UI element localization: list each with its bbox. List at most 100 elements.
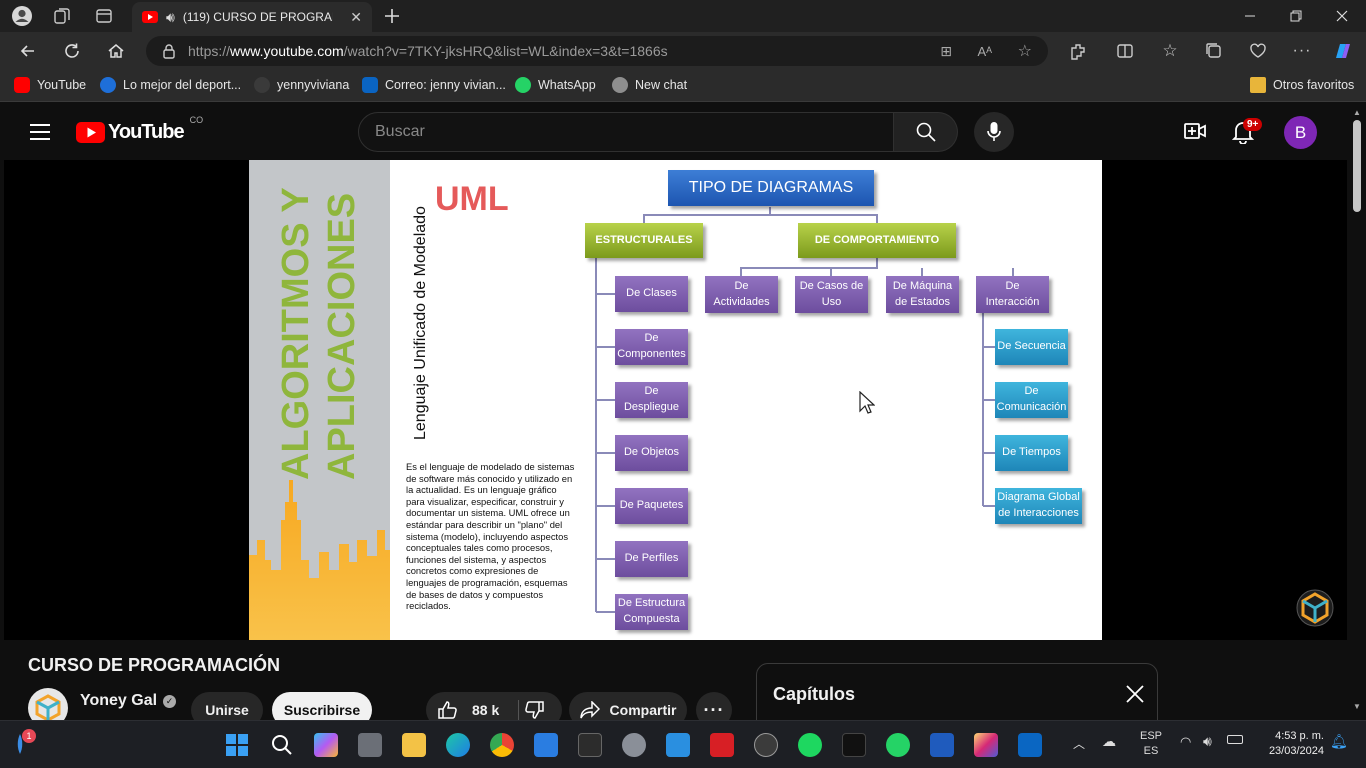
page-scrollbar[interactable]: ▲ ▼ [1348, 104, 1366, 716]
microphone-icon [987, 122, 1001, 141]
channel-watermark-icon[interactable] [1296, 589, 1334, 627]
close-tab-icon[interactable]: ✕ [350, 9, 362, 26]
url-host: www.youtube.com [230, 43, 344, 59]
channel-name: Yoney Gal [80, 692, 158, 709]
acrobat-icon[interactable] [710, 733, 734, 757]
mouse-cursor-icon [859, 391, 875, 414]
close-window-icon[interactable] [1330, 4, 1354, 28]
browser-tab-active[interactable]: 🔊︎ (119) CURSO DE PROGRAMA ✕ [132, 2, 372, 32]
battery-icon[interactable] [1227, 735, 1243, 744]
settings-icon[interactable] [622, 733, 646, 757]
like-count: 88 k [472, 702, 500, 718]
collections-icon[interactable] [1202, 39, 1226, 63]
search-input[interactable]: Buscar [358, 112, 894, 152]
obs-icon[interactable] [754, 733, 778, 757]
scroll-up-icon[interactable]: ▲ [1353, 108, 1361, 117]
volume-icon[interactable]: 🔊︎ [1203, 733, 1212, 750]
file-explorer-icon[interactable] [402, 733, 426, 757]
restore-icon[interactable] [1284, 4, 1308, 28]
video-title: CURSO DE PROGRAMACIÓN [28, 655, 281, 675]
youtube-favicon-icon [142, 11, 158, 23]
close-icon[interactable] [1126, 685, 1144, 703]
notification-badge: 9+ [1243, 118, 1263, 131]
instagram-icon[interactable] [974, 733, 998, 757]
verified-icon: ✓ [163, 694, 177, 708]
start-icon[interactable] [225, 733, 249, 757]
category-behavioral: DE COMPORTAMIENTO [798, 223, 956, 258]
linkedin-icon[interactable] [1018, 733, 1042, 757]
other-favorites[interactable]: Otros favoritos [1250, 77, 1354, 93]
split-screen-icon[interactable] [1113, 39, 1137, 63]
scroll-down-icon[interactable]: ▼ [1353, 702, 1361, 711]
diagram-root: TIPO DE DIAGRAMAS [668, 170, 874, 206]
favorite-chatgpt[interactable]: New chat [612, 77, 687, 93]
word-icon[interactable] [930, 733, 954, 757]
more-options-icon[interactable]: ··· [1290, 39, 1314, 63]
url-field[interactable]: https://www.youtube.com/watch?v=7TKY-jks… [146, 36, 1048, 66]
browser-essentials-icon[interactable] [1246, 39, 1270, 63]
youtube-logo[interactable]: YouTube CO [76, 115, 203, 144]
home-icon[interactable] [104, 39, 128, 63]
behavioral-item: De Actividades [705, 276, 778, 313]
minimize-icon[interactable] [1238, 4, 1262, 28]
tiktok-icon[interactable] [842, 733, 866, 757]
widgets-badge: 1 [22, 729, 36, 743]
structural-item: De Perfiles [615, 541, 688, 577]
url-path: /watch?v=7TKY-jksHRQ&list=WL&index=3&t=1… [343, 43, 668, 59]
spotify-icon[interactable] [798, 733, 822, 757]
profile-icon[interactable] [10, 4, 34, 28]
scrollbar-thumb[interactable] [1353, 120, 1361, 212]
back-icon[interactable] [16, 39, 40, 63]
search-button[interactable] [894, 112, 958, 152]
search-icon[interactable] [270, 733, 294, 757]
favorite-star-icon[interactable]: ☆ [1018, 41, 1032, 61]
show-hidden-icons-icon[interactable]: ︿ [1073, 735, 1085, 752]
avatar[interactable]: B [1284, 116, 1317, 149]
behavioral-item: De Máquina de Estados [886, 276, 959, 313]
favorite-sports[interactable]: Lo mejor del deport... [100, 77, 241, 93]
structural-item: De Componentes [615, 329, 688, 365]
menu-icon[interactable] [30, 124, 50, 140]
edge-icon[interactable] [446, 733, 470, 757]
app-available-icon[interactable]: ⊞ [940, 43, 952, 60]
microsoft-store-icon[interactable] [534, 733, 558, 757]
chrome-icon[interactable] [490, 733, 514, 757]
favorite-outlook[interactable]: Correo: jenny vivian... [362, 77, 506, 93]
copilot-app-icon[interactable] [314, 733, 338, 757]
refresh-icon[interactable] [60, 39, 84, 63]
structural-item: De Clases [615, 276, 688, 312]
voice-search-button[interactable] [974, 112, 1014, 152]
audio-playing-icon[interactable]: 🔊︎ [166, 9, 175, 26]
vscode-icon[interactable] [666, 733, 690, 757]
tab-actions-icon[interactable] [92, 4, 116, 28]
create-video-icon[interactable] [1184, 122, 1206, 140]
whatsapp-icon[interactable] [886, 733, 910, 757]
chatgpt-icon [612, 77, 628, 93]
cloud-sync-icon[interactable]: ☁ [1102, 733, 1116, 750]
notifications-bell-icon[interactable]: 🔔︎ [1330, 733, 1348, 750]
thumbs-down-icon[interactable] [524, 701, 544, 719]
clock[interactable]: 4:53 p. m. 23/03/2024 [1256, 729, 1324, 759]
extensions-icon[interactable] [1066, 39, 1090, 63]
channel-name-row[interactable]: Yoney Gal ✓ [80, 692, 177, 710]
lock-icon[interactable] [162, 43, 176, 59]
copilot-icon[interactable] [1331, 39, 1355, 63]
favorite-github[interactable]: yennyviviana [254, 77, 349, 93]
favorites-icon[interactable]: ☆ [1158, 39, 1182, 63]
favorite-youtube[interactable]: YouTube [14, 77, 86, 93]
interaction-item: De Secuencia [995, 329, 1068, 365]
read-aloud-icon[interactable]: Aᴬ [977, 44, 992, 59]
favorite-whatsapp[interactable]: WhatsApp [515, 77, 596, 93]
task-view-icon[interactable] [358, 733, 382, 757]
new-tab-icon[interactable] [380, 4, 404, 28]
interaction-item: Diagrama Global de Interacciones [995, 488, 1082, 524]
terminal-icon[interactable] [578, 733, 602, 757]
input-language[interactable]: ESP ES [1140, 729, 1162, 759]
youtube-header: YouTube CO Buscar 9+ B [0, 104, 1348, 160]
sports-site-icon [100, 77, 116, 93]
behavioral-item: De Casos de Uso [795, 276, 868, 313]
folder-icon [1250, 77, 1266, 93]
workspaces-icon[interactable] [50, 4, 74, 28]
wifi-icon[interactable]: ◠ [1180, 734, 1191, 750]
search-icon [916, 122, 936, 142]
